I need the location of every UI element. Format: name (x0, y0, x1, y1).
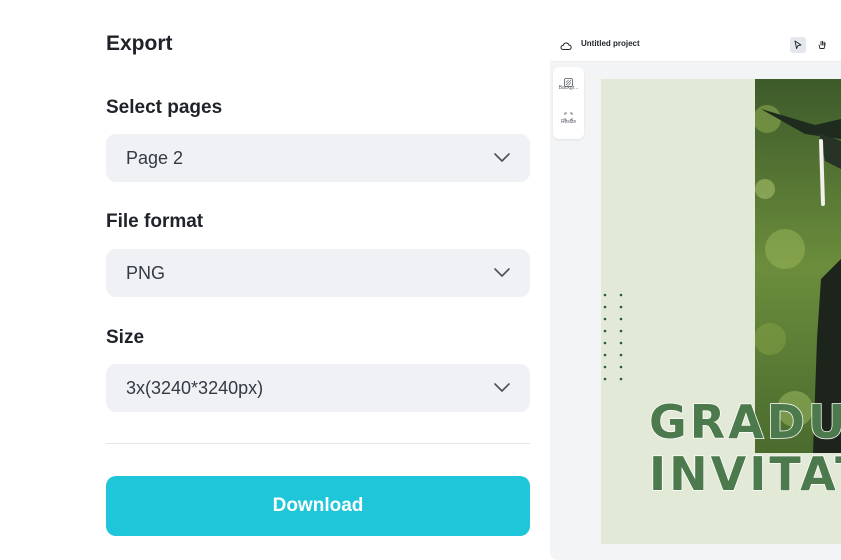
file-format-dropdown[interactable]: PNG (106, 249, 530, 297)
pointer-icon[interactable] (790, 37, 806, 53)
sidebar-item-resize[interactable]: Resize (553, 108, 584, 125)
export-panel: Export Select pages Page 2 File format P… (106, 0, 530, 560)
design-headline-line1: GRADUA (648, 395, 841, 449)
chevron-down-icon (494, 380, 510, 396)
download-button[interactable]: Download (106, 476, 530, 536)
chevron-down-icon (494, 265, 510, 281)
project-title[interactable]: Untitled project (581, 39, 640, 48)
sidebar-item-label: Backgr... (558, 85, 579, 91)
hand-icon[interactable] (814, 37, 830, 53)
export-title: Export (106, 32, 173, 55)
select-pages-value: Page 2 (126, 147, 184, 168)
size-dropdown[interactable]: 3x(3240*3240px) (106, 364, 530, 412)
decorative-dots (603, 293, 623, 381)
divider (106, 443, 530, 444)
select-pages-label: Select pages (106, 97, 223, 118)
editor-preview: Untitled project Backgr... Resize GRADU … (550, 31, 841, 560)
editor-topbar: Untitled project (550, 31, 841, 62)
chevron-down-icon (494, 150, 510, 166)
more-tools-icon[interactable] (836, 37, 841, 53)
design-canvas[interactable]: GRADUA INVITAT (601, 79, 841, 544)
select-pages-dropdown[interactable]: Page 2 (106, 134, 530, 182)
file-format-label: File format (106, 211, 204, 232)
sidebar-item-label: Resize (560, 119, 577, 125)
background-icon (564, 74, 573, 87)
file-format-value: PNG (126, 262, 166, 283)
sidebar-item-background[interactable]: Backgr... (553, 74, 584, 91)
resize-icon (564, 108, 573, 121)
editor-sidebar: Backgr... Resize (553, 67, 584, 139)
design-headline-line2: INVITAT (648, 447, 841, 501)
size-value: 3x(3240*3240px) (126, 377, 264, 398)
cloud-icon[interactable] (560, 39, 572, 51)
size-label: Size (106, 327, 145, 348)
